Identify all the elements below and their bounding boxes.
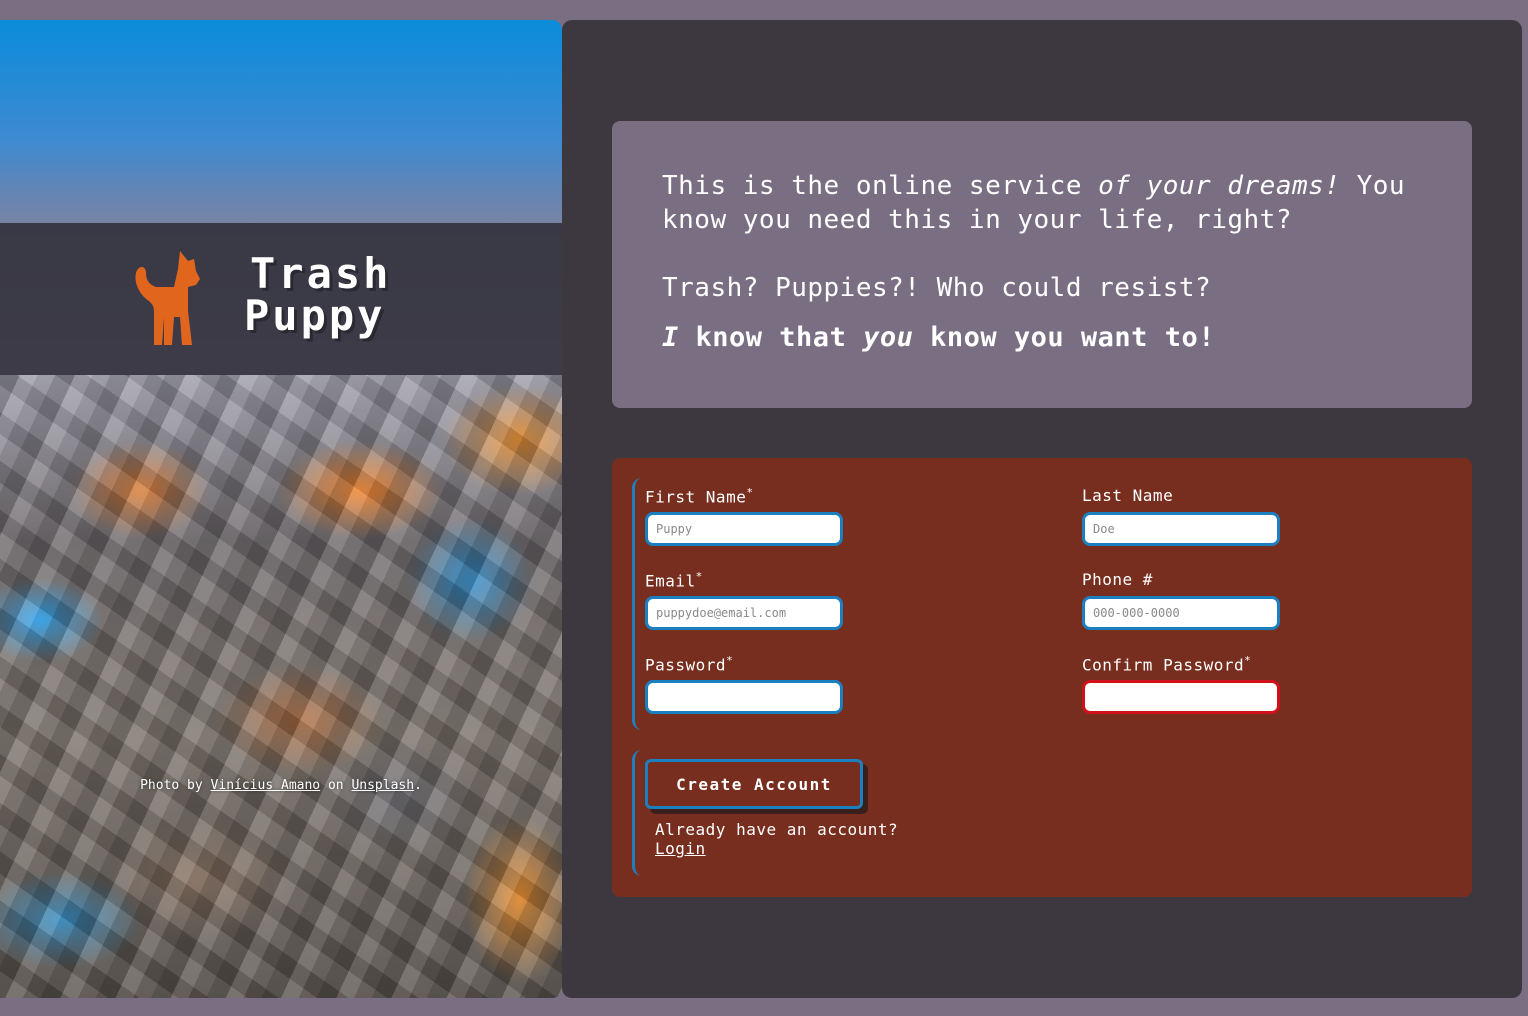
password-label: Password* [645, 654, 734, 675]
signup-form: First Name* Last Name Email* Phone # Pas… [612, 458, 1472, 897]
hero-image-panel: Trash Puppy Photo by Vinícius Amano on U… [0, 20, 562, 998]
phone-label: Phone # [1082, 570, 1153, 589]
intro-paragraph-2: Trash? Puppies?! Who could resist? [662, 273, 1212, 303]
intro-paragraph-3: I know that you know you want to! [662, 321, 1422, 355]
intro-p1-text: This is the online service [662, 171, 1099, 201]
password-field-group: Password* [645, 654, 885, 714]
confirm-password-input[interactable] [1082, 680, 1280, 714]
first-name-label: First Name* [645, 486, 754, 507]
intro-p3-text-end: know you want to! [913, 322, 1215, 353]
last-name-field-group: Last Name [1082, 486, 1322, 546]
create-account-button[interactable]: Create Account [645, 759, 863, 809]
password-input[interactable] [645, 680, 843, 714]
phone-input[interactable] [1082, 596, 1280, 630]
last-name-input[interactable] [1082, 512, 1280, 546]
email-label: Email* [645, 570, 703, 591]
signup-fieldset: First Name* Last Name Email* Phone # Pas… [632, 478, 1452, 730]
intro-paragraph-1: This is the online service of your dream… [662, 169, 1422, 237]
phone-field-group: Phone # [1082, 570, 1322, 630]
foil-texture [0, 375, 562, 998]
last-name-label: Last Name [1082, 486, 1174, 505]
intro-card: This is the online service of your dream… [612, 121, 1472, 408]
already-have-account-text: Already have an account? [655, 820, 899, 839]
intro-p3-emphasis-1: I [662, 322, 679, 353]
brand-name-line2: Puppy [244, 291, 386, 340]
credit-suffix: . [414, 778, 422, 793]
brand-banner: Trash Puppy [0, 223, 562, 375]
brand-wordmark: Trash Puppy [244, 253, 391, 337]
credit-prefix: Photo by [140, 778, 203, 793]
email-field-group: Email* [645, 570, 885, 630]
intro-p3-text: know that [678, 322, 864, 353]
login-prompt: Already have an account? Login [655, 820, 898, 858]
intro-p1-emphasis: of your dreams! [1098, 171, 1341, 201]
form-actions: Create Account Already have an account? … [632, 750, 1032, 876]
first-name-field-group: First Name* [645, 486, 885, 546]
confirm-password-field-group: Confirm Password* [1082, 654, 1322, 714]
login-link[interactable]: Login [655, 839, 898, 858]
credit-site-link[interactable]: Unsplash [351, 778, 414, 793]
brand-name-line1: Trash [250, 249, 392, 298]
intro-p3-emphasis-2: you [863, 322, 914, 353]
photo-credit: Photo by Vinícius Amano on Unsplash. [0, 778, 562, 793]
email-input[interactable] [645, 596, 843, 630]
credit-middle: on [327, 778, 344, 793]
confirm-password-label: Confirm Password* [1082, 654, 1252, 675]
credit-author-link[interactable]: Vinícius Amano [211, 778, 321, 793]
main-panel: This is the online service of your dream… [562, 20, 1522, 998]
first-name-input[interactable] [645, 512, 843, 546]
dog-silhouette-icon [135, 251, 200, 345]
